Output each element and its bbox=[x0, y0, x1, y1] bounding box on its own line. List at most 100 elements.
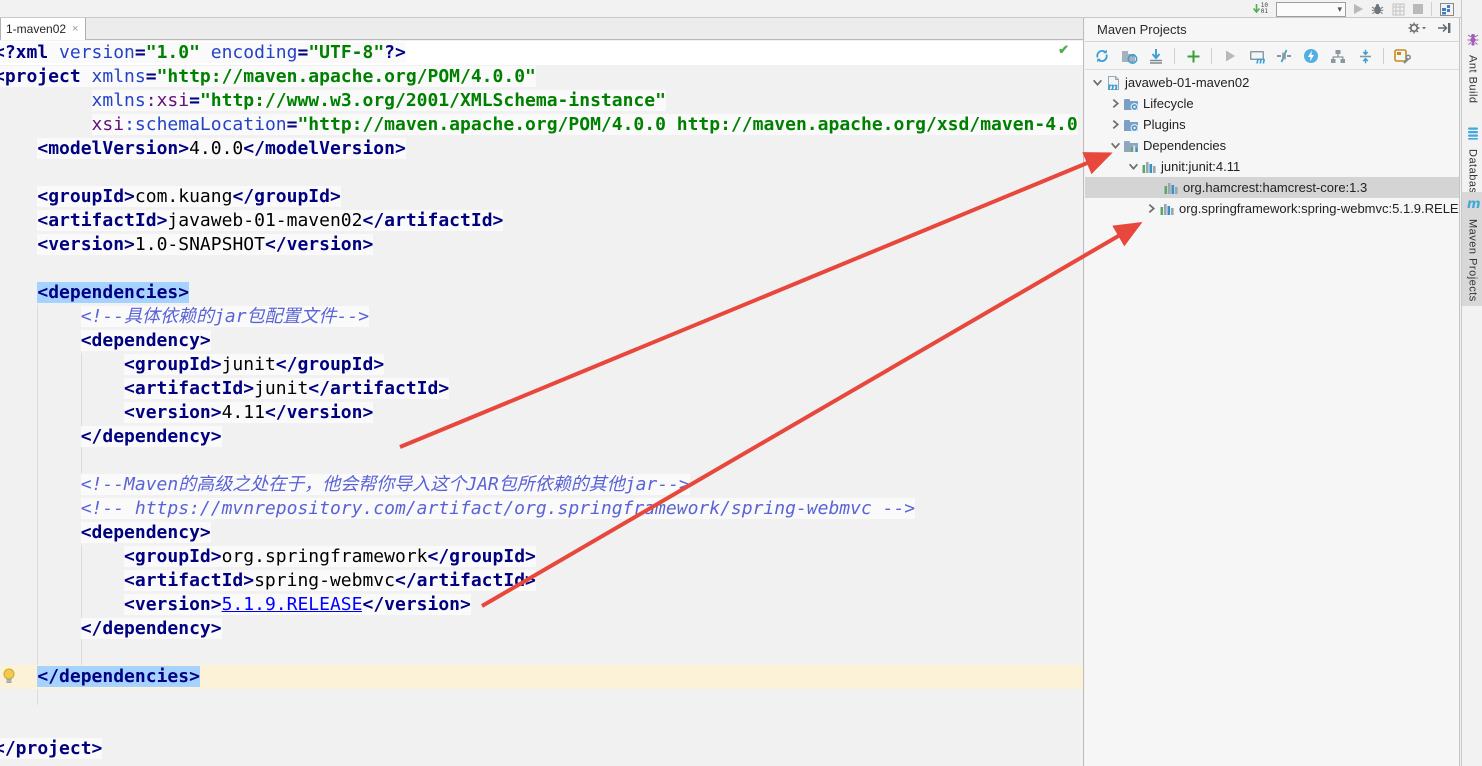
code-line[interactable]: <project xmlns="http://maven.apache.org/… bbox=[0, 65, 1083, 89]
tree-row-lifecycle[interactable]: Lifecycle bbox=[1085, 93, 1459, 114]
code-line[interactable] bbox=[0, 161, 1083, 185]
code-line[interactable]: <!-- https://mvnrepository.com/artifact/… bbox=[0, 497, 1083, 521]
maven-settings-icon[interactable] bbox=[1393, 47, 1411, 65]
tree-row-junit-junit-4-11[interactable]: junit:junit:4.11 bbox=[1085, 156, 1459, 177]
svg-text:m: m bbox=[1108, 82, 1118, 91]
code-line[interactable]: <!--具体依赖的jar包配置文件--> bbox=[0, 305, 1083, 329]
code-line[interactable]: </dependency> bbox=[0, 617, 1083, 641]
version-link[interactable]: 5.1.9.RELEASE bbox=[222, 594, 363, 615]
stop-icon[interactable] bbox=[1413, 1, 1423, 17]
show-dependencies-icon[interactable] bbox=[1329, 47, 1347, 65]
code-token: </artifactId> bbox=[362, 210, 503, 231]
code-line[interactable] bbox=[0, 641, 1083, 665]
code-line[interactable]: <groupId>org.springframework</groupId> bbox=[0, 545, 1083, 569]
code-line[interactable]: <version>5.1.9.RELEASE</version> bbox=[0, 593, 1083, 617]
chevron-down-icon[interactable] bbox=[1089, 75, 1105, 91]
code-line[interactable]: </project> bbox=[0, 737, 1083, 761]
code-line[interactable]: xsi:schemaLocation="http://maven.apache.… bbox=[0, 113, 1083, 137]
code-line[interactable]: </dependencies> bbox=[0, 665, 1083, 689]
code-line[interactable]: <?xml version="1.0" encoding="UTF-8"?> bbox=[0, 41, 1083, 65]
code-token: <dependencies> bbox=[37, 282, 189, 303]
chevron-right-icon[interactable] bbox=[1107, 96, 1123, 112]
tree-row-plugins[interactable]: Plugins bbox=[1085, 114, 1459, 135]
code-line[interactable] bbox=[0, 257, 1083, 281]
update-project-icon[interactable]: 10 01 bbox=[1252, 1, 1268, 17]
code-line[interactable]: <modelVersion>4.0.0</modelVersion> bbox=[0, 137, 1083, 161]
editor-pane: 1-maven02 × <?xml version="1.0" encoding… bbox=[0, 18, 1084, 766]
chevron-down-icon[interactable] bbox=[1125, 159, 1141, 175]
code-token: junit bbox=[254, 378, 308, 399]
chevron-down-icon: ▾ bbox=[1337, 4, 1342, 15]
code-token: </groupId> bbox=[232, 186, 340, 207]
tree-row-org-hamcrest-hamcrest-core-1-3[interactable]: org.hamcrest:hamcrest-core:1.3 bbox=[1085, 177, 1459, 198]
chevron-down-icon[interactable] bbox=[1107, 138, 1123, 154]
editor-tab-pom[interactable]: 1-maven02 × bbox=[0, 18, 86, 40]
code-token: "http://www.w3.org/2001/XMLSchema-instan… bbox=[200, 90, 666, 111]
code-line[interactable]: <dependency> bbox=[0, 329, 1083, 353]
debug-icon[interactable] bbox=[1371, 1, 1384, 17]
download-sources-icon[interactable] bbox=[1147, 47, 1165, 65]
run-icon[interactable] bbox=[1354, 1, 1363, 17]
strip-tab-maven[interactable]: mMaven Projects bbox=[1462, 192, 1482, 306]
code-line[interactable] bbox=[0, 449, 1083, 473]
code-token: = bbox=[287, 114, 298, 135]
code-token: "UTF-8" bbox=[308, 42, 384, 63]
code-token: </dependency> bbox=[81, 426, 222, 447]
code-token: <groupId> bbox=[124, 546, 222, 567]
skip-tests-icon[interactable] bbox=[1275, 47, 1293, 65]
tree-row-dependencies[interactable]: Dependencies bbox=[1085, 135, 1459, 156]
strip-tab-ant-build[interactable]: Ant Build bbox=[1462, 28, 1482, 108]
add-maven-project-icon[interactable] bbox=[1184, 47, 1202, 65]
collapse-all-icon[interactable] bbox=[1356, 47, 1374, 65]
code-line[interactable] bbox=[0, 689, 1083, 713]
lightbulb-icon[interactable] bbox=[2, 668, 16, 685]
code-line[interactable]: <version>1.0-SNAPSHOT</version> bbox=[0, 233, 1083, 257]
code-line[interactable]: <!--Maven的高级之处在于，他会帮你导入这个JAR包所依赖的其他jar--… bbox=[0, 473, 1083, 497]
gear-dropdown-icon[interactable] bbox=[1407, 21, 1427, 38]
run-maven-build-icon[interactable] bbox=[1221, 47, 1239, 65]
offline-mode-icon[interactable] bbox=[1302, 47, 1320, 65]
code-line[interactable]: <artifactId>junit</artifactId> bbox=[0, 377, 1083, 401]
code-token bbox=[0, 210, 37, 231]
hide-panel-icon[interactable] bbox=[1437, 22, 1451, 37]
tree-label: junit:junit:4.11 bbox=[1161, 159, 1240, 174]
coverage-icon[interactable] bbox=[1392, 1, 1405, 17]
chevron-right-icon[interactable] bbox=[1107, 117, 1123, 133]
tab-close-icon[interactable]: × bbox=[72, 23, 78, 35]
code-line[interactable]: <artifactId>javaweb-01-maven02</artifact… bbox=[0, 209, 1083, 233]
generate-sources-icon[interactable] bbox=[1120, 47, 1138, 65]
code-token bbox=[0, 498, 81, 519]
code-editor[interactable]: <?xml version="1.0" encoding="UTF-8"?><p… bbox=[0, 40, 1083, 766]
tree-row-org-springframework-spring-webmvc-5-1-9-release[interactable]: org.springframework:spring-webmvc:5.1.9.… bbox=[1085, 198, 1459, 219]
code-line[interactable]: </dependency> bbox=[0, 425, 1083, 449]
code-token: :xsi bbox=[146, 90, 189, 111]
code-token: </version> bbox=[265, 234, 373, 255]
code-line[interactable]: xmlns:xsi="http://www.w3.org/2001/XMLSch… bbox=[0, 89, 1083, 113]
code-line[interactable] bbox=[0, 713, 1083, 737]
code-line[interactable]: <groupId>junit</groupId> bbox=[0, 353, 1083, 377]
code-line[interactable]: <groupId>com.kuang</groupId> bbox=[0, 185, 1083, 209]
svg-text:m: m bbox=[1467, 197, 1480, 210]
maven-panel-title: Maven Projects bbox=[1097, 22, 1187, 37]
code-token: = bbox=[189, 90, 200, 111]
reimport-maven-icon[interactable] bbox=[1093, 47, 1111, 65]
execute-maven-goal-icon[interactable]: m bbox=[1248, 47, 1266, 65]
inspections-ok-icon[interactable]: ✔ bbox=[1058, 42, 1069, 58]
code-token bbox=[0, 474, 81, 495]
code-token bbox=[0, 186, 37, 207]
code-line[interactable]: <artifactId>spring-webmvc</artifactId> bbox=[0, 569, 1083, 593]
chevron-right-icon[interactable] bbox=[1143, 201, 1159, 217]
tree-row-javaweb-01-maven02[interactable]: mjavaweb-01-maven02 bbox=[1085, 72, 1459, 93]
code-area[interactable]: <?xml version="1.0" encoding="UTF-8"?><p… bbox=[0, 41, 1083, 761]
badge-bottom: 01 bbox=[1261, 8, 1268, 15]
folder-gear-icon bbox=[1123, 96, 1139, 112]
code-token: <groupId> bbox=[124, 354, 222, 375]
code-line[interactable]: <version>4.11</version> bbox=[0, 401, 1083, 425]
code-token bbox=[0, 306, 81, 327]
tool-windows-icon[interactable] bbox=[1440, 1, 1454, 17]
code-line[interactable]: <dependencies> bbox=[0, 281, 1083, 305]
maven-panel-header: Maven Projects bbox=[1085, 18, 1459, 42]
code-line[interactable]: <dependency> bbox=[0, 521, 1083, 545]
code-token: <version> bbox=[124, 402, 222, 423]
run-config-select[interactable]: ▾ bbox=[1276, 2, 1346, 17]
